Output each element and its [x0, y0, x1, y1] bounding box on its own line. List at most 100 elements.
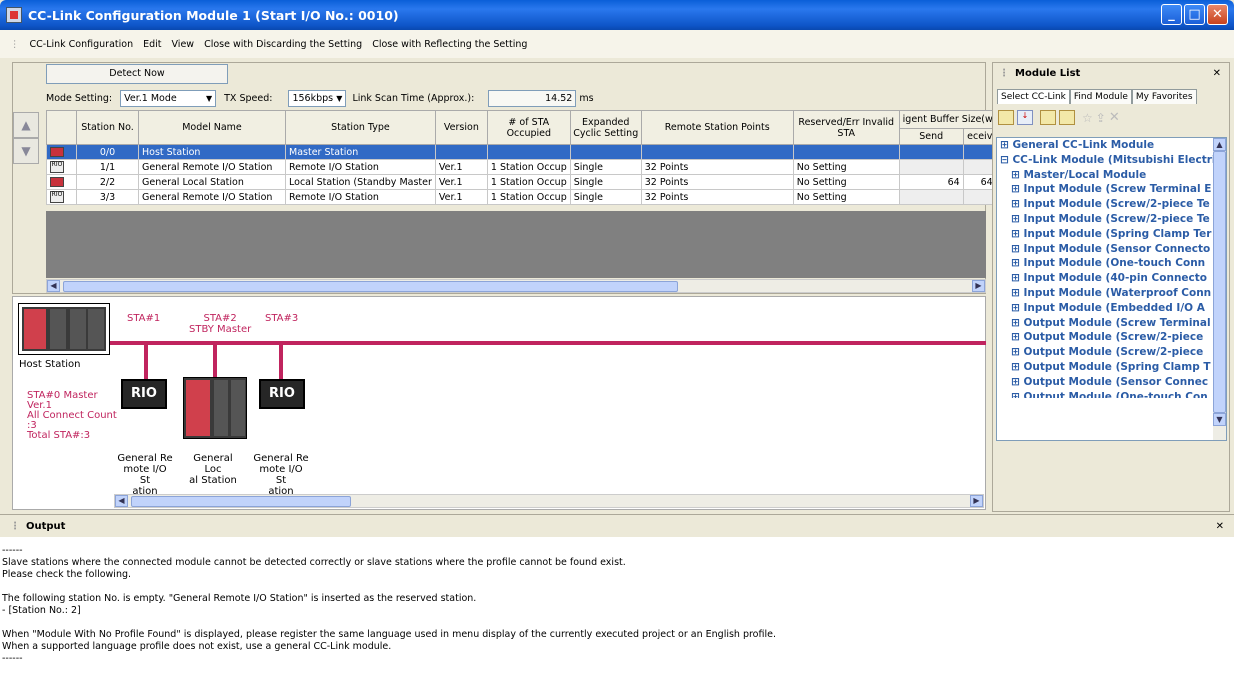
cell-station-type[interactable]: Master Station — [285, 144, 436, 160]
table-horizontal-scrollbar[interactable]: ◀ ▶ — [46, 279, 986, 293]
cell-station-type[interactable]: Remote I/O Station — [285, 159, 436, 175]
cell-send[interactable] — [898, 159, 964, 175]
tree-item[interactable]: ⊞ Output Module (Screw/2-piece — [997, 330, 1226, 345]
cell-remote-points[interactable]: 32 Points — [640, 174, 794, 190]
cell-sta-occupied[interactable] — [486, 144, 571, 160]
scroll-right-icon[interactable]: ▶ — [970, 495, 983, 507]
cell-remote-points[interactable]: 32 Points — [640, 189, 794, 205]
tab-my-favorites[interactable]: My Favorites — [1131, 89, 1197, 104]
move-down-button[interactable]: ▼ — [13, 138, 39, 164]
tree-item[interactable]: ⊞ Output Module (Sensor Connec — [997, 375, 1226, 390]
title-bar[interactable]: CC-Link Configuration Module 1 (Start I/… — [0, 0, 1234, 30]
tree-item[interactable]: ⊞ Input Module (40-pin Connecto — [997, 271, 1226, 286]
cell-reserved[interactable] — [792, 144, 900, 160]
table-row[interactable]: 2/2 General Local Station Local Station … — [46, 174, 997, 190]
tree-vertical-scrollbar[interactable]: ▲ ▼ — [1213, 138, 1226, 440]
tab-find-module[interactable]: Find Module — [1069, 89, 1132, 104]
scroll-left-icon[interactable]: ◀ — [47, 280, 60, 292]
tree-item[interactable]: ⊞ Input Module (One-touch Conn — [997, 256, 1226, 271]
tx-speed-select[interactable]: 156kbps ▼ — [288, 90, 347, 107]
tree-item[interactable]: ⊞ Output Module (Screw Terminal — [997, 316, 1226, 331]
cell-reserved[interactable]: No Setting — [792, 174, 900, 190]
mode-setting-select[interactable]: Ver.1 Mode ▼ — [120, 90, 217, 107]
menu-view[interactable]: View — [172, 39, 195, 50]
header-model-name[interactable]: Model Name — [138, 110, 286, 145]
header-station-type[interactable]: Station Type — [285, 110, 436, 145]
menu-cclink-config[interactable]: CC-Link Configuration — [30, 39, 134, 50]
header-buffer-size[interactable]: igent Buffer Size(w — [898, 110, 997, 129]
scroll-down-icon[interactable]: ▼ — [1213, 413, 1226, 426]
tree-item[interactable]: ⊞ Output Module (Screw/2-piece — [997, 345, 1226, 360]
scroll-up-icon[interactable]: ▲ — [1213, 138, 1226, 151]
tree-item[interactable]: ⊞ Input Module (Embedded I/O A — [997, 301, 1226, 316]
cell-sta-occupied[interactable]: 1 Station Occup — [486, 189, 571, 205]
cell-sta-occupied[interactable]: 1 Station Occup — [486, 174, 571, 190]
tree-item[interactable]: ⊞ Input Module (Sensor Connecto — [997, 242, 1226, 257]
cell-expanded-cyclic[interactable]: Single — [569, 189, 642, 205]
rio-module-sta3[interactable]: RIO — [259, 379, 305, 409]
maximize-button[interactable]: □ — [1184, 4, 1205, 25]
cell-expanded-cyclic[interactable]: Single — [569, 174, 642, 190]
cell-model-name[interactable]: General Remote I/O Station — [138, 159, 286, 175]
tree-item[interactable]: ⊞ Input Module (Screw Terminal E — [997, 182, 1226, 197]
cell-send[interactable] — [898, 189, 964, 205]
cell-version[interactable] — [434, 144, 488, 160]
scroll-left-icon[interactable]: ◀ — [115, 495, 128, 507]
tree-item[interactable]: ⊞ Input Module (Screw/2-piece Te — [997, 212, 1226, 227]
close-icon[interactable]: ✕ — [1216, 521, 1224, 532]
tree-item[interactable]: ⊞ Output Module (One-touch Con — [997, 390, 1226, 398]
scrollbar-thumb[interactable] — [1213, 151, 1226, 413]
cell-version[interactable]: Ver.1 — [434, 189, 488, 205]
minimize-button[interactable]: _ — [1161, 4, 1182, 25]
cell-reserved[interactable]: No Setting — [792, 189, 900, 205]
cell-station-no[interactable]: 3/3 — [76, 189, 139, 205]
header-version[interactable]: Version — [434, 110, 488, 145]
local-station-module[interactable] — [183, 377, 247, 439]
tree-item[interactable]: ⊞ Input Module (Spring Clamp Ter — [997, 227, 1226, 242]
menu-close-discard[interactable]: Close with Discarding the Setting — [204, 39, 362, 50]
header-station-no[interactable]: Station No. — [76, 110, 139, 145]
scrollbar-thumb[interactable] — [131, 496, 351, 507]
cell-remote-points[interactable] — [640, 144, 794, 160]
scrollbar-thumb[interactable] — [63, 281, 678, 292]
header-expanded-cyclic[interactable]: Expanded Cyclic Setting — [569, 110, 642, 145]
cell-station-no[interactable]: 1/1 — [76, 159, 139, 175]
diagram-horizontal-scrollbar[interactable]: ◀ ▶ — [114, 494, 984, 508]
cell-station-type[interactable]: Local Station (Standby Master — [285, 174, 436, 190]
cell-station-no[interactable]: 0/0 — [76, 144, 139, 160]
sort-category-icon[interactable] — [998, 110, 1014, 125]
detect-now-button[interactable]: Detect Now — [46, 64, 228, 84]
module-tree[interactable]: ⊞ General CC-Link Module ⊟ CC-Link Modul… — [996, 137, 1227, 441]
move-up-button[interactable]: ▲ — [13, 112, 39, 138]
cell-station-type[interactable]: Remote I/O Station — [285, 189, 436, 205]
rio-module-sta1[interactable]: RIO — [121, 379, 167, 409]
tree-item[interactable]: ⊞ Master/Local Module — [997, 168, 1226, 183]
header-reserved-invalid[interactable]: Reserved/Err Invalid STA — [792, 110, 900, 145]
header-send[interactable]: Send — [898, 128, 964, 145]
table-row[interactable]: 0/0 Host Station Master Station — [46, 144, 997, 160]
table-row[interactable]: RIO 1/1 General Remote I/O Station Remot… — [46, 159, 997, 175]
tree-item[interactable]: ⊞ Output Module (Spring Clamp T — [997, 360, 1226, 375]
delete-icon[interactable]: ✕ — [1109, 110, 1120, 125]
tree-item[interactable]: ⊞ Input Module (Screw/2-piece Te — [997, 197, 1226, 212]
close-button[interactable]: ✕ — [1207, 4, 1228, 25]
expand-all-icon[interactable] — [1040, 110, 1056, 125]
tree-item[interactable]: ⊞ Input Module (Waterproof Conn — [997, 286, 1226, 301]
sort-az-icon[interactable]: ↓ — [1017, 110, 1033, 125]
tab-select-cclink[interactable]: Select CC-Link — [997, 89, 1070, 104]
cell-send[interactable] — [898, 144, 964, 160]
tree-item[interactable]: ⊟ CC-Link Module (Mitsubishi Electri — [997, 153, 1226, 168]
cell-version[interactable]: Ver.1 — [434, 159, 488, 175]
cell-send[interactable]: 64 — [898, 174, 964, 190]
menu-close-reflect[interactable]: Close with Reflecting the Setting — [372, 39, 527, 50]
header-remote-points[interactable]: Remote Station Points — [640, 110, 794, 145]
cell-version[interactable]: Ver.1 — [434, 174, 488, 190]
cell-reserved[interactable]: No Setting — [792, 159, 900, 175]
add-favorite-icon[interactable]: ⇪ — [1096, 111, 1106, 125]
host-station-module[interactable] — [18, 303, 110, 355]
cell-model-name[interactable]: Host Station — [138, 144, 286, 160]
cell-model-name[interactable]: General Local Station — [138, 174, 286, 190]
cell-expanded-cyclic[interactable] — [569, 144, 642, 160]
scroll-right-icon[interactable]: ▶ — [972, 280, 985, 292]
cell-station-no[interactable]: 2/2 — [76, 174, 139, 190]
